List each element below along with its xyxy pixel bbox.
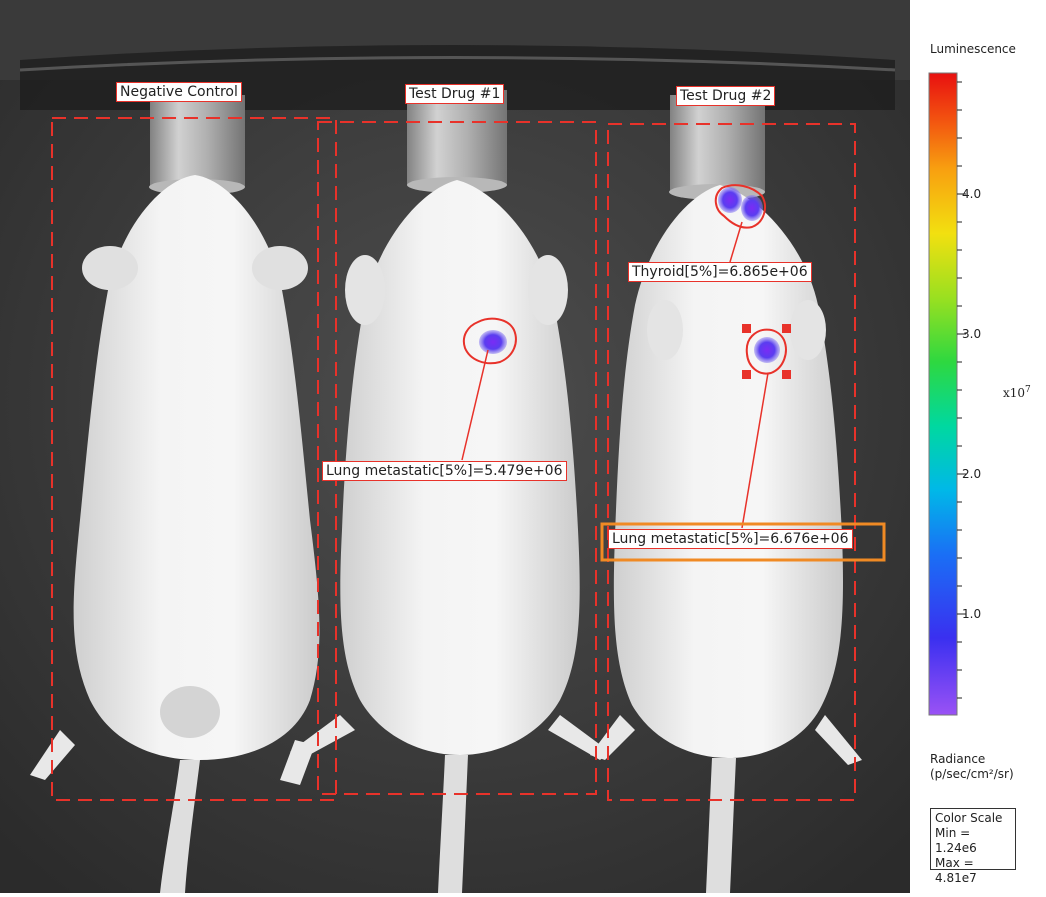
scale-title: Luminescence: [930, 42, 1016, 56]
color-scale-info-box: Color Scale Min = 1.24e6 Max = 4.81e7: [930, 808, 1016, 885]
nose-cone-2: [407, 90, 507, 193]
scale-exponent-base: x10: [1003, 386, 1026, 400]
scale-tick-4: 4.0: [962, 187, 982, 201]
luminescence-image[interactable]: Negative Control Test Drug #1 Test Drug …: [0, 0, 910, 893]
group-label-test-drug-1[interactable]: Test Drug #1: [405, 84, 505, 104]
color-scale-box-title: Color Scale: [935, 811, 1003, 825]
unit-line-1: Radiance: [930, 752, 986, 766]
group-label-negative-control[interactable]: Negative Control: [116, 82, 242, 102]
scale-tick-1: 1.0: [962, 607, 982, 621]
color-bar: [928, 72, 966, 716]
scale-tick-3: 3.0: [962, 327, 982, 341]
measurement-label-thyroid[interactable]: Thyroid[5%]=6.865e+06: [628, 262, 812, 282]
lung-signal-2: [754, 337, 780, 363]
group-label-test-drug-2[interactable]: Test Drug #2: [676, 86, 776, 106]
unit-line-2: (p/sec/cm²/sr): [930, 767, 1014, 781]
color-scale-min: Min = 1.24e6: [935, 826, 977, 855]
scale-exponent-power: 7: [1025, 385, 1031, 395]
color-scale-max: Max = 4.81e7: [935, 856, 977, 885]
lung-signal-1: [479, 330, 507, 354]
nose-cone-3: [669, 95, 765, 200]
scale-exponent: x107: [1003, 385, 1031, 400]
scale-tick-2: 2.0: [962, 467, 982, 481]
measurement-label-lung-1[interactable]: Lung metastatic[5%]=5.479e+06: [322, 461, 567, 481]
measurement-label-lung-2[interactable]: Lung metastatic[5%]=6.676e+06: [608, 529, 853, 549]
